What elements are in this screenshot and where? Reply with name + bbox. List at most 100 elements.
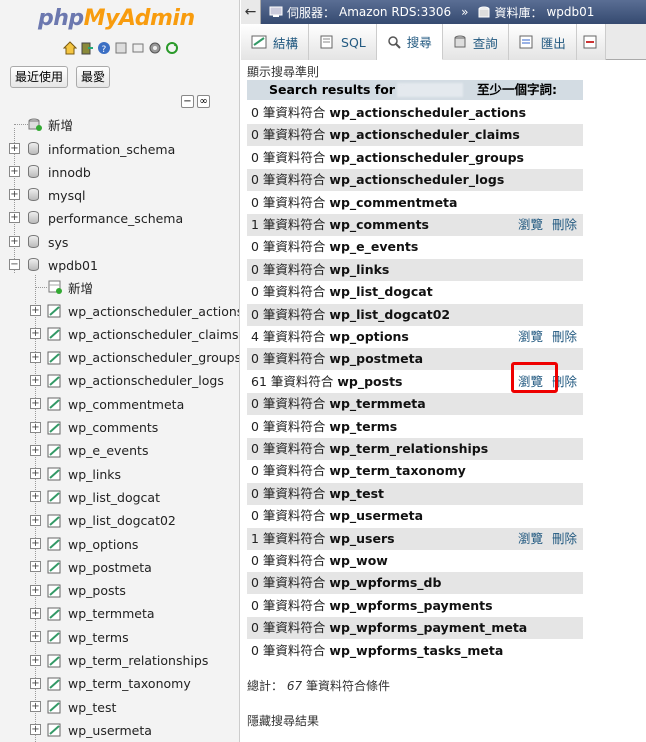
browse-link[interactable]: 瀏覽 [518,528,543,550]
sidebar-table-item[interactable]: + wp_comments [0,418,239,438]
expand-icon[interactable]: + [30,444,41,456]
results-header-suffix: 至少一個字詞: [477,82,557,97]
result-text: 0 筆資料符合 wp_actionscheduler_claims [251,124,520,146]
phpmyadmin-logo[interactable]: phpMyAdmin [38,6,195,31]
result-count: 0 [251,239,259,255]
expand-icon[interactable]: + [9,212,20,223]
tree-item-performance-schema[interactable]: + performance_schema [0,208,239,228]
tab-sql[interactable]: SQL [309,24,377,60]
sidebar-table-item[interactable]: + wp_actionscheduler_groups [0,348,240,368]
expand-icon[interactable]: + [30,468,41,480]
expand-icon[interactable]: + [30,561,41,573]
settings-icon[interactable] [147,40,162,55]
tab-structure[interactable]: 結構 [241,24,310,60]
tab-search[interactable]: 搜尋 [376,24,443,60]
collapse-all-icon[interactable]: − [181,95,194,108]
hide-results-link[interactable]: 隱藏搜尋結果 [247,712,319,729]
result-row: 0 筆資料符合 wp_termmeta [247,393,583,416]
tree-item-new-table[interactable]: 新增 [0,277,239,297]
sidebar-table-item[interactable]: + wp_list_dogcat02 [0,511,239,531]
expand-icon[interactable]: + [9,143,20,154]
delete-link[interactable]: 刪除 [552,326,577,348]
link-with-main-icon[interactable]: ∞ [197,95,210,108]
sidebar-table-item[interactable]: + wp_term_relationships [0,651,239,671]
sidebar-table-item[interactable]: + wp_actionscheduler_claims [0,324,239,344]
delete-link[interactable]: 刪除 [552,528,577,550]
sidebar-table-item[interactable]: + wp_commentmeta [0,394,239,414]
result-table-name: wp_users [329,530,395,546]
expand-icon[interactable]: + [9,189,20,200]
expand-icon[interactable]: + [30,305,41,316]
sidebar-table-item[interactable]: + wp_actionscheduler_actions [0,301,239,321]
sql-docs-icon[interactable] [130,40,145,55]
sidebar-table-item[interactable]: + wp_posts [0,581,239,601]
expand-icon[interactable]: + [30,421,41,433]
back-arrow-icon[interactable]: ← [241,0,261,24]
expand-icon[interactable]: + [30,374,41,386]
expand-icon[interactable]: + [30,351,41,363]
favorites-tab-button[interactable]: 最愛 [76,66,111,88]
table-icon [47,351,61,365]
show-criteria-link[interactable]: 顯示搜尋準則 [247,63,319,80]
home-icon[interactable] [62,40,77,55]
expand-icon[interactable]: + [30,538,41,549]
help-icon[interactable]: ? [96,40,111,55]
result-row: 0 筆資料符合 wp_commentmeta [247,191,583,214]
server-link[interactable]: Amazon RDS:3306 [339,5,451,19]
recent-tab-button[interactable]: 最近使用 [10,66,69,88]
table-icon [47,723,61,737]
sidebar-table-item[interactable]: + wp_actionscheduler_logs [0,371,239,391]
delete-link[interactable]: 刪除 [552,214,577,236]
tree-item-mysql[interactable]: + mysql [0,185,239,205]
breadcrumb: 伺服器： Amazon RDS:3306 » 資料庫： wpdb01 [269,4,594,21]
docs-icon[interactable] [113,40,128,55]
result-mid: 筆資料符合 [258,239,330,255]
sidebar-table-item[interactable]: + wp_options [0,534,239,554]
table-name: wp_actionscheduler_groups [68,350,240,366]
browse-link[interactable]: 瀏覽 [518,326,543,348]
result-count: 0 [251,351,259,367]
tree-item-information-schema[interactable]: + information_schema [0,139,239,159]
tab-export[interactable]: 匯出 [508,24,577,60]
result-row: 0 筆資料符合 wp_actionscheduler_logs [247,169,583,192]
expand-icon[interactable]: + [30,491,41,503]
sidebar-table-item[interactable]: + wp_list_dogcat [0,487,239,507]
tree-item-sys[interactable]: + sys [0,232,239,252]
reload-icon[interactable] [164,40,179,55]
sidebar-table-item[interactable]: + wp_postmeta [0,557,239,577]
collapse-icon[interactable]: − [9,259,20,270]
expand-icon[interactable]: + [30,677,41,689]
result-count: 4 [251,329,259,344]
tab-import[interactable] [576,24,606,60]
expand-icon[interactable]: + [30,724,41,736]
expand-icon[interactable]: + [30,584,41,596]
sidebar-table-item[interactable]: + wp_term_taxonomy [0,674,239,694]
sidebar-table-item[interactable]: + wp_usermeta [0,720,239,740]
tree-item-wpdb01[interactable]: − wpdb01 [0,255,239,275]
sidebar-table-item[interactable]: + wp_links [0,464,239,484]
table-name: wp_comments [68,420,159,435]
sidebar-table-item[interactable]: + wp_e_events [0,441,239,461]
sidebar-table-item[interactable]: + wp_test [0,697,239,717]
expand-icon[interactable]: + [30,328,41,340]
expand-icon[interactable]: + [30,607,41,619]
result-text: 4 筆資料符合 wp_options [251,326,409,348]
browse-link[interactable]: 瀏覽 [518,214,543,236]
logout-icon[interactable] [79,40,94,55]
expand-icon[interactable]: + [30,514,41,526]
sidebar-table-item[interactable]: + wp_terms [0,627,239,647]
tab-query[interactable]: 查詢 [442,24,509,60]
expand-icon[interactable]: + [30,701,41,713]
database-link[interactable]: wpdb01 [546,5,594,19]
breadcrumb-bar: ← 伺服器： Amazon RDS:3306 » 資料庫： wpdb01 [241,0,646,24]
tree-item-innodb[interactable]: + innodb [0,162,239,182]
tree-item-new-database[interactable]: 新增 [0,114,239,134]
result-table-name: wp_comments [329,217,429,232]
sidebar-table-item[interactable]: + wp_termmeta [0,604,239,624]
expand-icon[interactable]: + [30,631,41,643]
expand-icon[interactable]: + [30,398,41,410]
expand-icon[interactable]: + [9,236,20,247]
expand-icon[interactable]: + [9,166,20,177]
expand-icon[interactable]: + [30,654,41,666]
table-icon [47,584,61,598]
